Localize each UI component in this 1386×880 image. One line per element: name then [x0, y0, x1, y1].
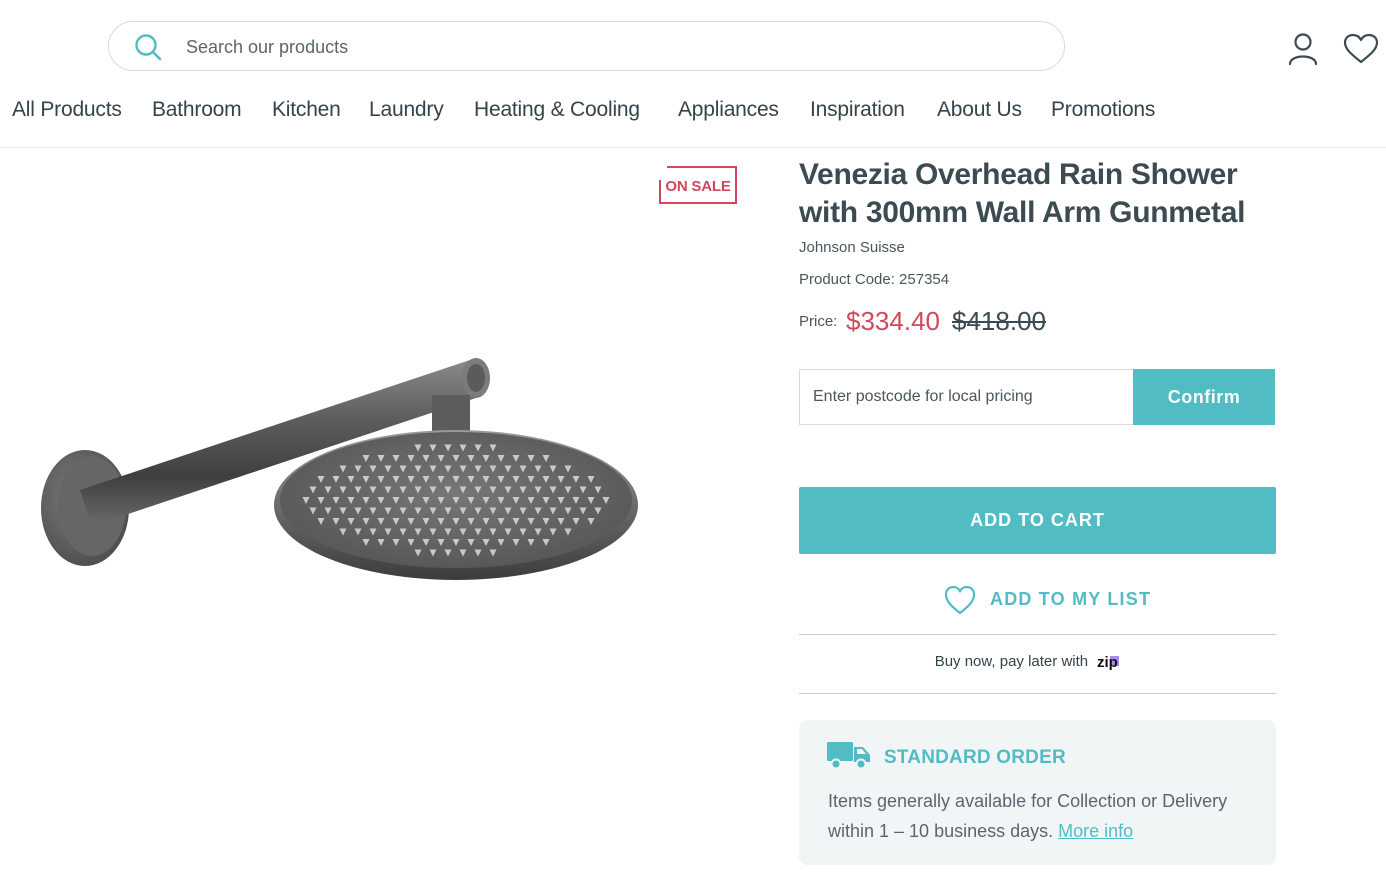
standard-order-title: STANDARD ORDER [884, 747, 1066, 768]
nav-item-about-us[interactable]: About Us [937, 94, 1022, 126]
search-icon[interactable] [133, 32, 163, 62]
account-icon[interactable] [1287, 32, 1319, 66]
nav-item-heating-cooling[interactable]: Heating & Cooling [474, 94, 640, 126]
zip-text: Buy now, pay later with [934, 652, 1089, 670]
more-info-link[interactable]: More info [1058, 821, 1133, 841]
divider [799, 634, 1276, 635]
divider [799, 693, 1276, 694]
product-code: Product Code: 257354 [799, 271, 950, 288]
price-label: Price: [799, 313, 838, 330]
search-input[interactable] [186, 34, 1036, 60]
add-to-cart-button[interactable]: ADD TO CART [799, 487, 1276, 554]
nav-divider [0, 147, 1386, 148]
brand-name: Johnson Suisse [799, 239, 905, 256]
original-price: $418.00 [952, 306, 1046, 336]
product-title: Venezia Overhead Rain Shower with 300mm … [799, 158, 1246, 229]
confirm-button[interactable]: Confirm [1133, 369, 1275, 425]
search-bar[interactable] [108, 21, 1065, 71]
svg-text:zip: zip [1097, 654, 1118, 671]
standard-order-description: Items generally available for Collection… [828, 791, 1228, 841]
sale-badge: ON SALE [659, 166, 737, 204]
nav-item-laundry[interactable]: Laundry [369, 94, 444, 126]
standard-order-card: STANDARD ORDER Items generally available… [799, 720, 1276, 865]
nav-item-all-products[interactable]: All Products [12, 94, 122, 126]
zip-logo: zip [1097, 654, 1120, 671]
product-image[interactable] [30, 330, 650, 600]
sale-price: $334.40 [846, 306, 940, 336]
nav-item-kitchen[interactable]: Kitchen [272, 94, 341, 126]
nav-item-appliances[interactable]: Appliances [678, 94, 779, 126]
heart-icon[interactable] [1343, 33, 1379, 65]
add-to-list-label: ADD TO MY LIST [990, 589, 1152, 609]
nav-item-bathroom[interactable]: Bathroom [152, 94, 242, 126]
standard-order-text: Items generally available for Collection… [828, 786, 1248, 846]
heart-icon [944, 585, 976, 615]
postcode-input[interactable] [799, 369, 1134, 425]
zip-promo[interactable]: Buy now, pay later with zip [799, 652, 1276, 672]
delivery-truck-icon [827, 742, 870, 770]
nav-item-inspiration[interactable]: Inspiration [810, 94, 905, 126]
nav-item-promotions[interactable]: Promotions [1051, 94, 1155, 126]
